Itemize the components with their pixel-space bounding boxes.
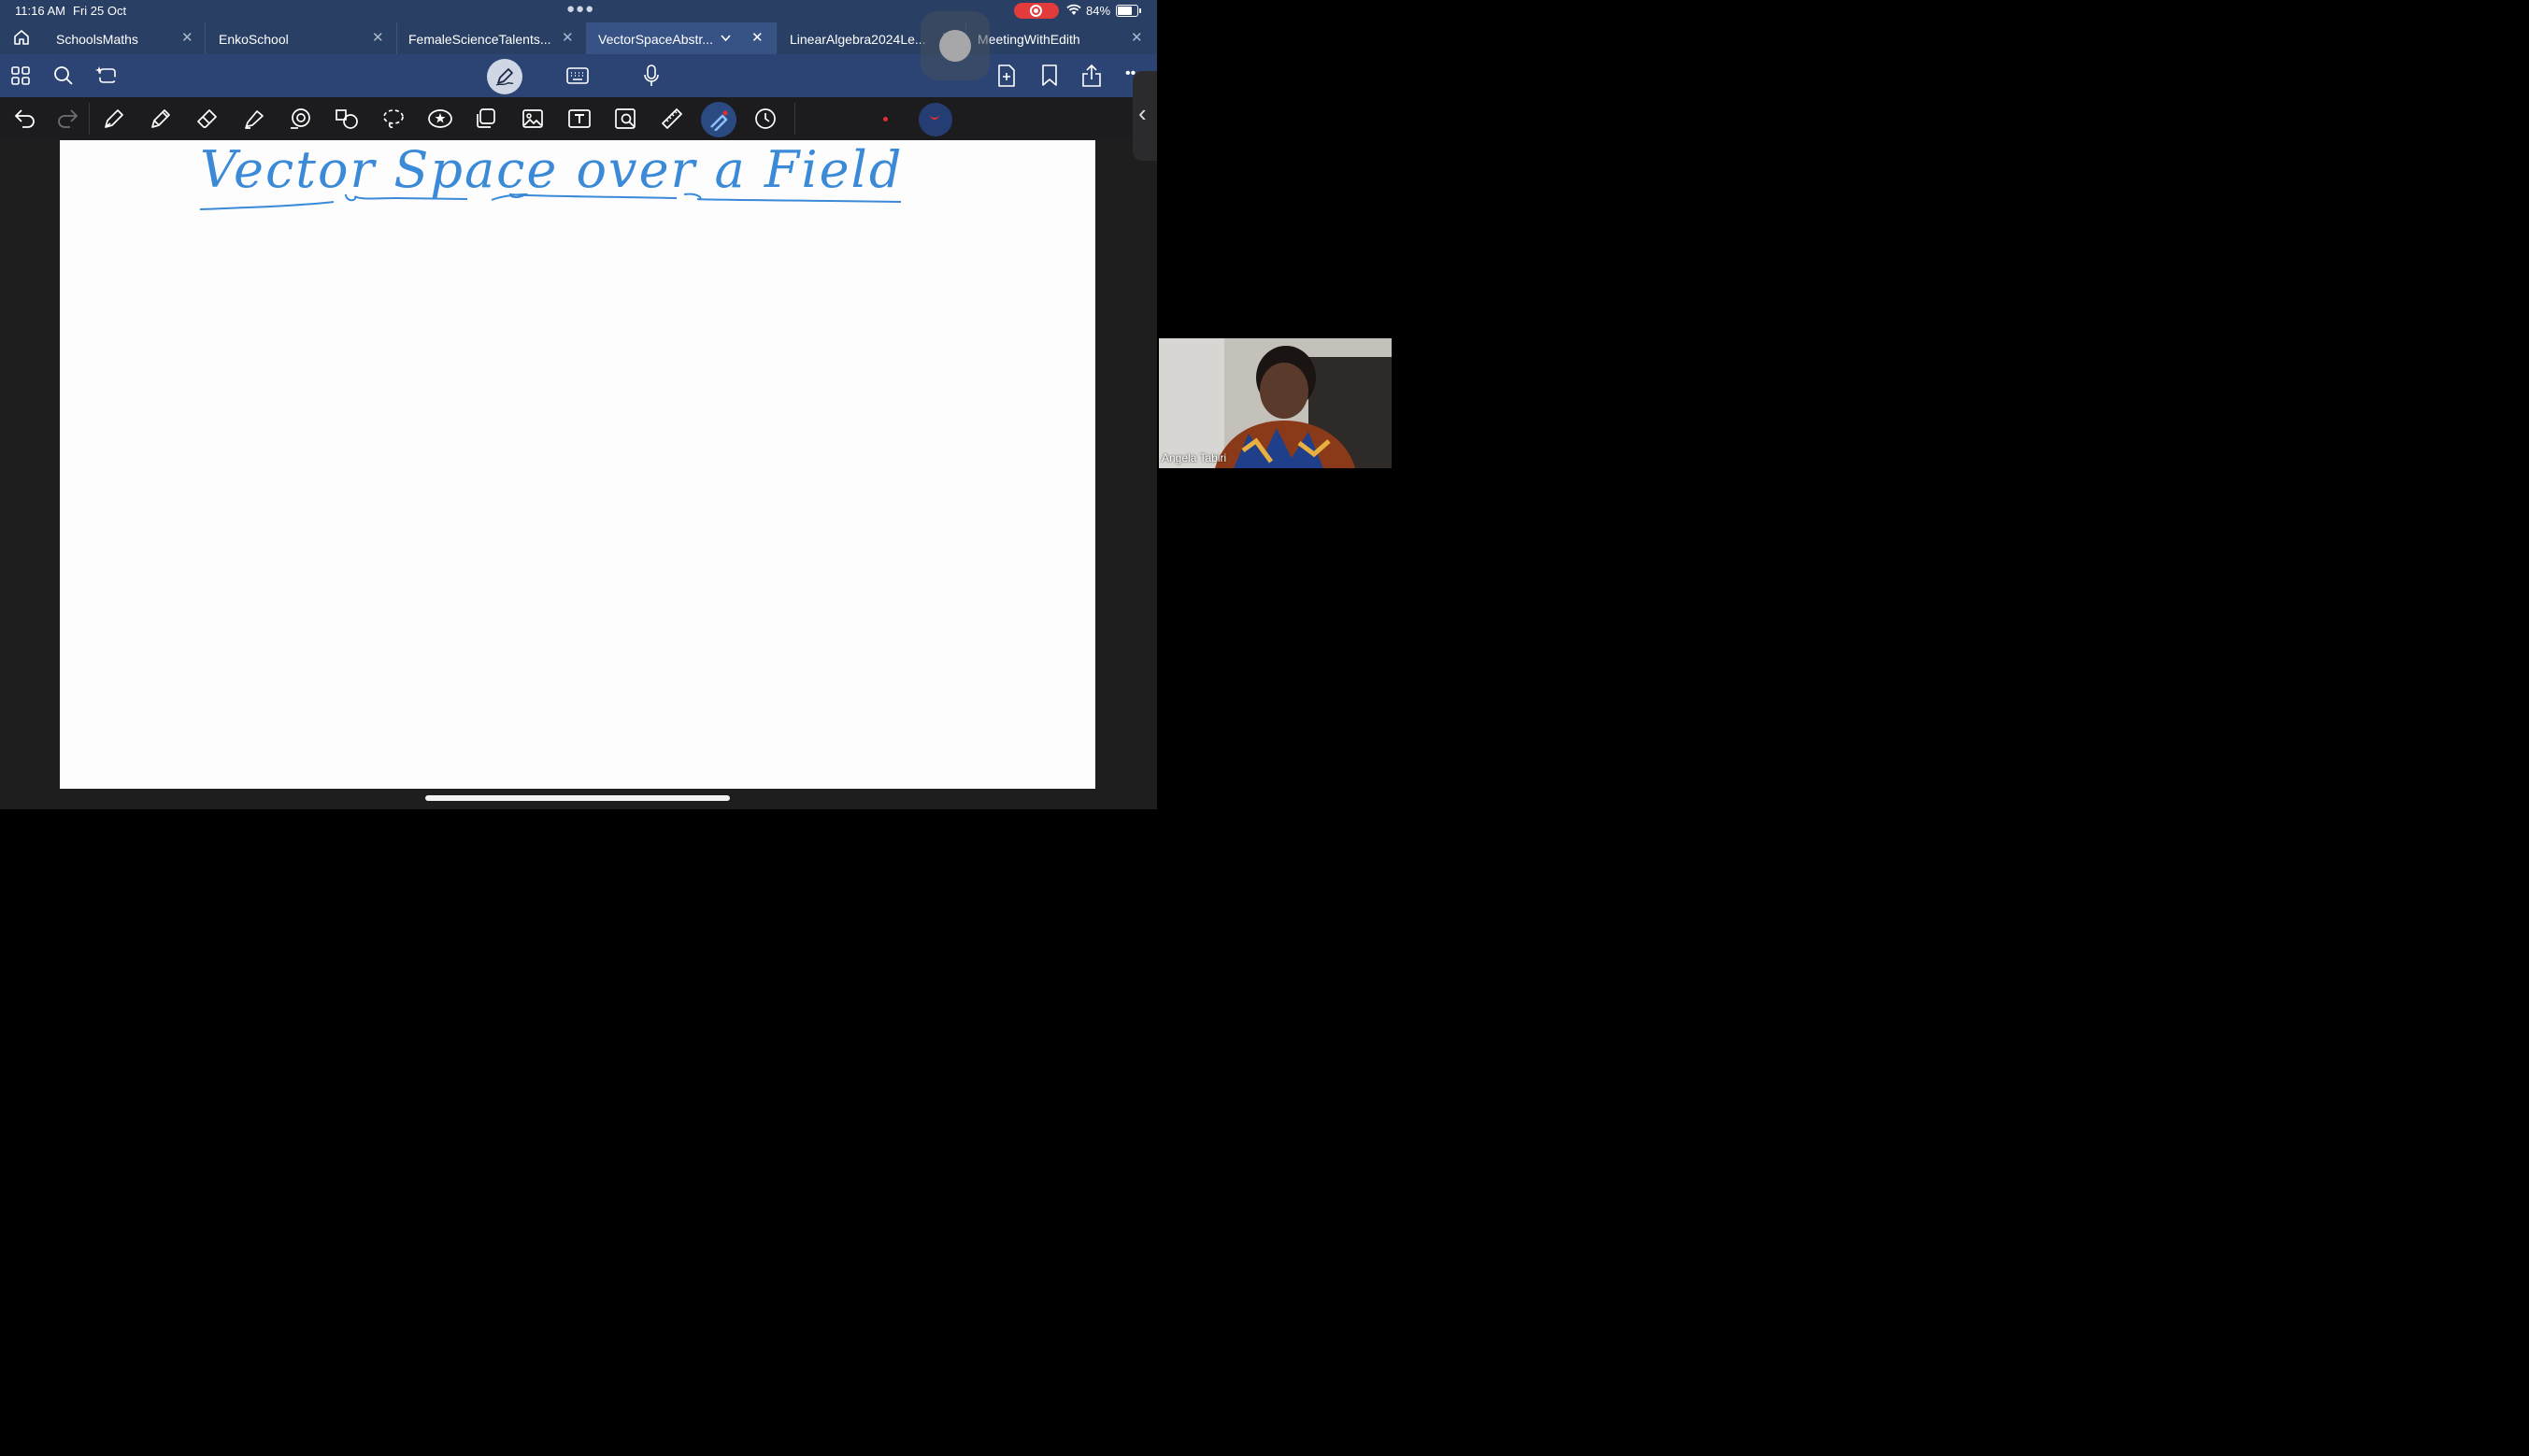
tab-label: LinearAlgebra2024Le...	[790, 32, 926, 47]
tab-vectorspaceabstr[interactable]: VectorSpaceAbstr... ✕	[587, 22, 777, 54]
screen-recording-icon[interactable]	[1014, 3, 1059, 19]
pen-mode-button[interactable]	[487, 59, 522, 94]
text-box-icon[interactable]	[567, 107, 592, 130]
toolbar-divider	[794, 103, 795, 135]
add-page-icon[interactable]	[997, 64, 1016, 87]
battery-percent: 84%	[1086, 4, 1111, 18]
zoom-window-icon[interactable]	[614, 107, 638, 130]
fountain-pen-icon[interactable]	[103, 107, 125, 130]
ipad-screen: 11:16 AM Fri 25 Oct ●●● 84% SchoolsMaths…	[0, 0, 1157, 809]
close-tab-icon[interactable]: ✕	[751, 29, 764, 46]
close-tab-icon[interactable]: ✕	[1131, 29, 1143, 46]
elements-icon[interactable]	[475, 107, 497, 130]
assistive-touch-button[interactable]	[921, 11, 990, 80]
status-time: 11:16 AM	[15, 4, 65, 18]
undo-icon[interactable]	[14, 108, 36, 129]
laser-color-dot[interactable]	[883, 117, 888, 121]
share-icon[interactable]	[1081, 64, 1102, 88]
eraser-icon[interactable]	[196, 107, 219, 130]
laser-pointer-icon	[710, 110, 728, 131]
notebook-page[interactable]: Vector Space over a Field	[60, 140, 1095, 789]
close-tab-icon[interactable]: ✕	[181, 29, 193, 46]
history-icon[interactable]	[754, 107, 777, 130]
sidebar-toggle[interactable]: ‹	[1133, 71, 1157, 161]
tab-label: EnkoSchool	[219, 32, 289, 47]
lasso-icon[interactable]	[381, 107, 406, 130]
close-tab-icon[interactable]: ✕	[372, 29, 384, 46]
search-icon[interactable]	[53, 65, 74, 86]
handwritten-title: Vector Space over a Field	[60, 140, 1095, 252]
shape-recognition-icon[interactable]	[335, 107, 359, 130]
tab-femalesciencetalents[interactable]: FemaleScienceTalents... ✕	[397, 22, 587, 54]
pen-mode-icon	[495, 68, 514, 86]
tab-label: FemaleScienceTalents...	[408, 32, 551, 47]
tab-schoolsmaths[interactable]: SchoolsMaths ✕	[45, 22, 206, 54]
grid-icon[interactable]	[11, 66, 30, 85]
bookmark-icon[interactable]	[1041, 64, 1058, 87]
redo-icon[interactable]	[56, 108, 79, 129]
status-date: Fri 25 Oct	[73, 4, 127, 18]
microphone-icon[interactable]	[643, 64, 660, 87]
tab-label: MeetingWithEdith	[978, 32, 1080, 47]
lasso-sparkle-icon[interactable]	[95, 64, 118, 87]
title-underline	[199, 193, 902, 210]
participant-video-frame	[1159, 338, 1392, 468]
tab-label: VectorSpaceAbstr...	[598, 32, 713, 47]
tab-enkoschool[interactable]: EnkoSchool ✕	[207, 22, 397, 54]
ruler-icon[interactable]	[661, 107, 683, 130]
highlighter-icon[interactable]	[242, 107, 264, 130]
toolbar-divider	[89, 103, 90, 135]
sticker-icon[interactable]	[427, 107, 453, 130]
home-indicator[interactable]	[425, 795, 730, 801]
home-icon[interactable]	[13, 29, 30, 46]
multitasking-dots-icon[interactable]: ●●●	[566, 1, 594, 17]
keyboard-icon[interactable]	[566, 67, 589, 84]
participant-video[interactable]: Angela Tabiri	[1159, 338, 1392, 468]
battery-icon	[1116, 5, 1141, 17]
wifi-icon	[1066, 4, 1081, 15]
tab-label: SchoolsMaths	[56, 32, 138, 47]
chevron-left-icon: ‹	[1138, 99, 1147, 127]
pencil-icon[interactable]	[150, 107, 172, 130]
tools-toolbar	[0, 97, 1157, 140]
laser-pointer-button[interactable]	[701, 102, 736, 137]
color-picker-button[interactable]	[919, 103, 952, 136]
close-tab-icon[interactable]: ✕	[562, 29, 574, 46]
participant-name: Angela Tabiri	[1162, 451, 1227, 464]
shapes-icon[interactable]	[289, 107, 313, 130]
image-icon[interactable]	[522, 107, 544, 130]
tab-meetingwithedith[interactable]: MeetingWithEdith ✕	[966, 22, 1157, 54]
chevron-down-icon[interactable]	[721, 35, 731, 42]
